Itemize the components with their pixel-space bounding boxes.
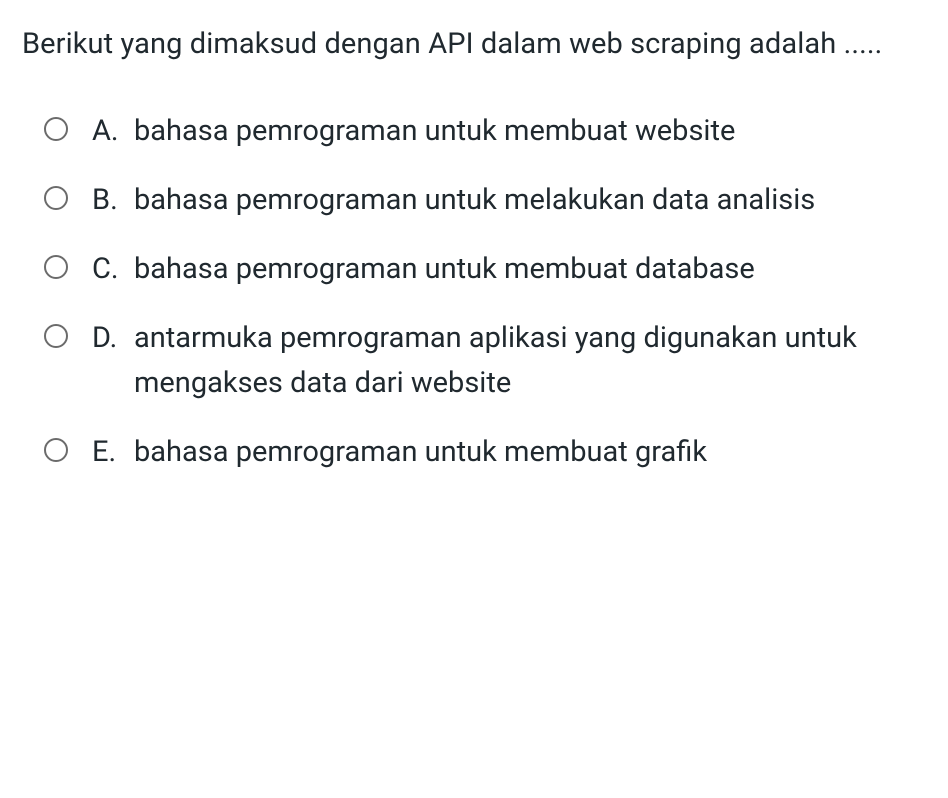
option-text: bahasa pemrograman untuk membuat grafik [134, 430, 926, 475]
question-text: Berikut yang dimaksud dengan API dalam w… [22, 22, 926, 67]
option-body: E. bahasa pemrograman untuk membuat graf… [92, 430, 926, 475]
radio-icon[interactable] [44, 324, 68, 348]
option-d[interactable]: D. antarmuka pemrograman aplikasi yang d… [44, 316, 926, 406]
option-body: A. bahasa pemrograman untuk membuat webs… [92, 109, 926, 154]
radio-icon[interactable] [44, 186, 68, 210]
option-body: B. bahasa pemrograman untuk melakukan da… [92, 178, 926, 223]
option-letter: D. [92, 316, 126, 361]
option-letter: B. [92, 178, 126, 223]
option-body: C. bahasa pemrograman untuk membuat data… [92, 247, 926, 292]
option-a[interactable]: A. bahasa pemrograman untuk membuat webs… [44, 109, 926, 154]
option-c[interactable]: C. bahasa pemrograman untuk membuat data… [44, 247, 926, 292]
option-text: bahasa pemrograman untuk melakukan data … [134, 178, 926, 223]
option-b[interactable]: B. bahasa pemrograman untuk melakukan da… [44, 178, 926, 223]
option-letter: E. [92, 430, 126, 475]
option-text: antarmuka pemrograman aplikasi yang digu… [134, 316, 926, 406]
option-text: bahasa pemrograman untuk membuat website [134, 109, 926, 154]
option-body: D. antarmuka pemrograman aplikasi yang d… [92, 316, 926, 406]
option-letter: C. [92, 247, 126, 292]
option-e[interactable]: E. bahasa pemrograman untuk membuat graf… [44, 430, 926, 475]
option-text: bahasa pemrograman untuk membuat databas… [134, 247, 926, 292]
options-list: A. bahasa pemrograman untuk membuat webs… [22, 109, 926, 475]
radio-icon[interactable] [44, 255, 68, 279]
radio-icon[interactable] [44, 117, 68, 141]
radio-icon[interactable] [44, 438, 68, 462]
option-letter: A. [92, 109, 126, 154]
